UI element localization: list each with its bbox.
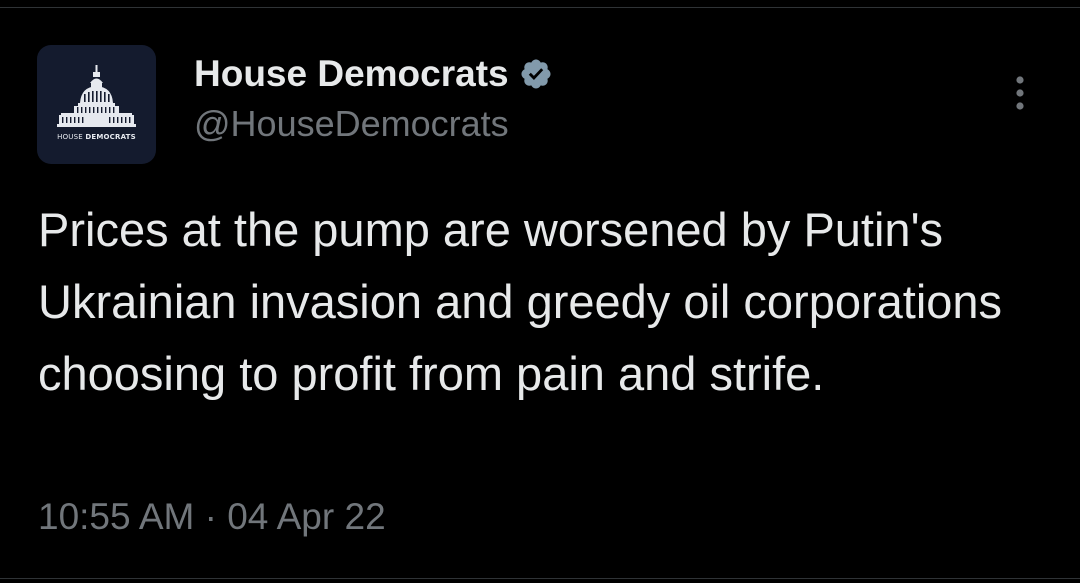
tweet-date: 04 Apr 22 [227, 496, 386, 537]
capitol-dome-icon [57, 65, 136, 127]
avatar-caption-light: HOUSE [57, 133, 86, 141]
display-name[interactable]: House Democrats [194, 53, 509, 95]
top-divider [0, 0, 1080, 8]
avatar[interactable]: HOUSE DEMOCRATS [37, 45, 156, 164]
bottom-divider [0, 578, 1080, 579]
author-name-row: House Democrats [194, 50, 553, 98]
avatar-caption: HOUSE DEMOCRATS [37, 133, 156, 141]
tweet-text: Prices at the pump are worsened by Putin… [38, 203, 1003, 400]
timestamp-row[interactable]: 10:55 AM · 04 Apr 22 [38, 496, 386, 538]
author-handle[interactable]: @HouseDemocrats [194, 103, 509, 145]
timestamp-separator: · [204, 496, 217, 537]
verified-badge-icon[interactable] [519, 57, 553, 91]
tweet-time: 10:55 AM [38, 496, 195, 537]
more-vertical-icon[interactable] [1004, 70, 1036, 118]
avatar-caption-bold: DEMOCRATS [85, 133, 136, 141]
